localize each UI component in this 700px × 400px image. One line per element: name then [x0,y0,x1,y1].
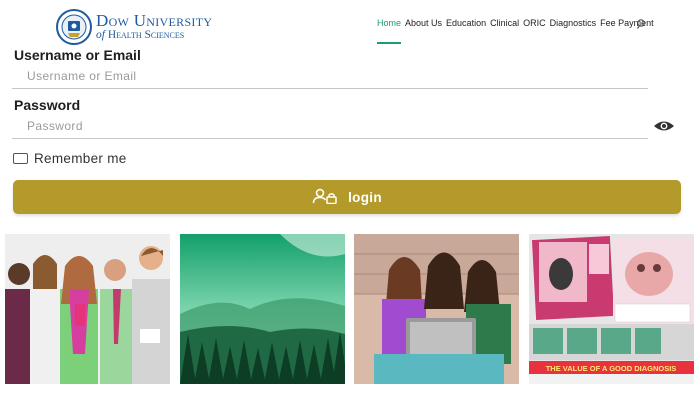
remember-me: Remember me [13,151,127,166]
university-logo[interactable]: Dow University of Health Sciences [56,9,212,45]
main-nav: Home About Us Education Clinical ORIC Di… [377,18,654,28]
username-input[interactable] [12,63,648,89]
nav-oric[interactable]: ORIC [523,18,546,28]
remember-me-label: Remember me [34,151,127,166]
clipped-text-fragment [270,216,430,222]
logo-title: Dow University [96,11,213,31]
nav-active-indicator [377,42,401,44]
eye-icon[interactable] [653,119,675,133]
diagnosis-banner-text: THE VALUE OF A GOOD DIAGNOSIS [546,364,677,373]
password-input[interactable] [12,113,648,139]
search-icon[interactable] [636,17,648,29]
password-label: Password [14,97,81,113]
logo-subtitle: of Health Sciences [96,29,185,42]
remember-me-checkbox[interactable] [13,153,28,164]
nav-diagnostics[interactable]: Diagnostics [550,18,597,28]
gallery-tile-diagnosis[interactable]: THE VALUE OF A GOOD DIAGNOSIS [529,234,694,384]
nav-home[interactable]: Home [377,18,401,28]
nav-clinical[interactable]: Clinical [490,18,519,28]
gallery-tile-students[interactable] [5,234,170,384]
gallery-tile-students-laptop[interactable] [354,234,519,384]
nav-education[interactable]: Education [446,18,486,28]
login-button[interactable]: login [13,180,681,214]
username-label: Username or Email [14,47,141,63]
site-header: Dow University of Health Sciences Home A… [0,0,700,48]
gallery-tile-landscape[interactable] [180,234,345,384]
university-seal-icon [56,9,92,45]
user-lock-icon [312,188,338,207]
nav-about-us[interactable]: About Us [405,18,442,28]
login-label: login [348,189,382,205]
